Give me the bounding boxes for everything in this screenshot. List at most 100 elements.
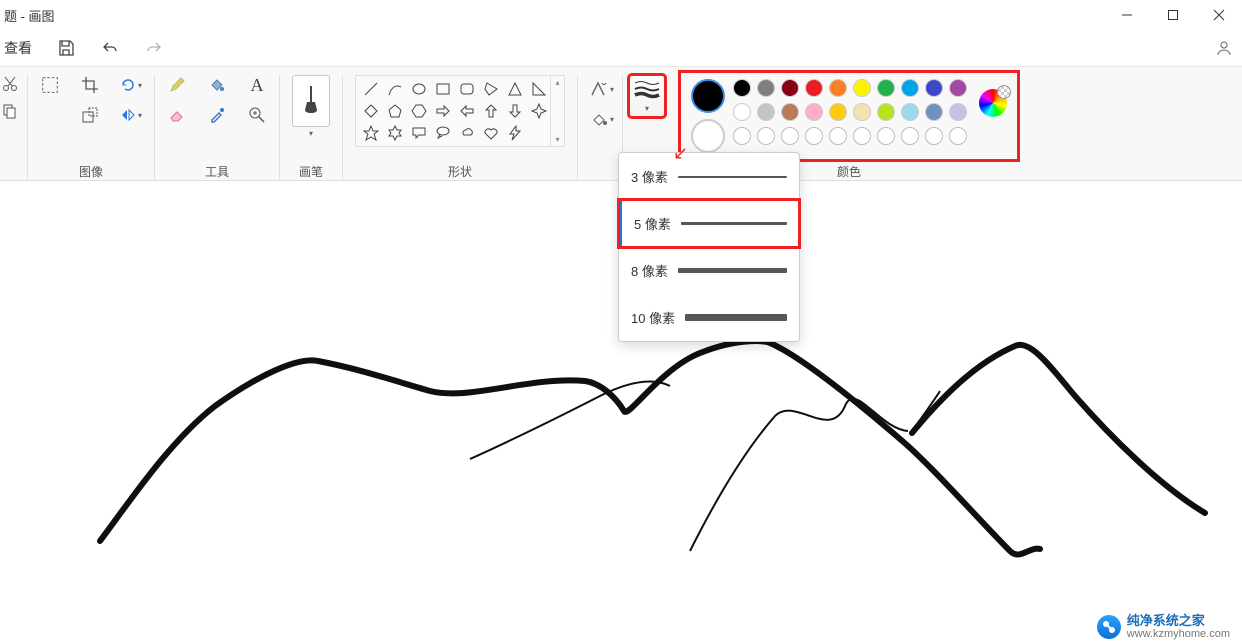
color-swatch[interactable] xyxy=(853,79,871,97)
close-button[interactable] xyxy=(1196,1,1242,29)
shape-diamond[interactable] xyxy=(362,102,380,120)
fill-icon[interactable] xyxy=(207,75,227,95)
shape-star4[interactable] xyxy=(530,102,548,120)
color-swatch[interactable] xyxy=(877,103,895,121)
shape-arrow-left[interactable] xyxy=(458,102,476,120)
shape-arrow-right[interactable] xyxy=(434,102,452,120)
color-swatch[interactable] xyxy=(733,79,751,97)
section-label: 画笔 xyxy=(299,157,323,180)
edit-colors-button[interactable] xyxy=(979,89,1007,117)
chevron-down-icon: ▾ xyxy=(138,81,142,90)
color-swatch[interactable] xyxy=(829,79,847,97)
color-swatch[interactable] xyxy=(925,103,943,121)
color-swatch-empty[interactable] xyxy=(853,127,871,145)
copy-button[interactable] xyxy=(2,103,18,119)
shape-polygon[interactable] xyxy=(482,80,500,98)
color-swatch[interactable] xyxy=(877,79,895,97)
watermark-name: 纯净系统之家 xyxy=(1127,614,1230,628)
color-swatch[interactable] xyxy=(781,79,799,97)
crop-icon[interactable] xyxy=(80,75,100,95)
section-label: 颜色 xyxy=(837,157,861,180)
image-section: ▾ ▾ 图像 xyxy=(28,75,155,180)
shape-triangle[interactable] xyxy=(506,80,524,98)
shape-right-triangle[interactable] xyxy=(530,80,548,98)
stroke-option[interactable]: 8 像素 xyxy=(619,247,799,294)
undo-icon[interactable] xyxy=(100,38,120,58)
shapes-scroll[interactable]: ▴▾ xyxy=(550,76,564,146)
shape-hexagon[interactable] xyxy=(410,102,428,120)
color-swatch-empty[interactable] xyxy=(877,127,895,145)
stroke-option-label: 10 像素 xyxy=(631,308,675,327)
shape-callout-cloud[interactable] xyxy=(458,124,476,142)
shape-oval[interactable] xyxy=(410,80,428,98)
color-swatch[interactable] xyxy=(829,103,847,121)
color-swatch-empty[interactable] xyxy=(781,127,799,145)
shape-curve[interactable] xyxy=(386,80,404,98)
shapes-gallery[interactable]: ▴▾ xyxy=(355,75,565,147)
shape-lightning[interactable] xyxy=(506,124,524,142)
annotation-arrow-icon: ↙ xyxy=(673,143,688,164)
shape-arrow-down[interactable] xyxy=(506,102,524,120)
watermark: 纯净系统之家 www.kzmyhome.com xyxy=(1097,614,1230,640)
color-swatch-empty[interactable] xyxy=(805,127,823,145)
redo-icon[interactable] xyxy=(144,38,164,58)
stroke-width-menu: ↙ 3 像素5 像素8 像素10 像素 xyxy=(618,152,800,342)
cut-button[interactable] xyxy=(1,75,19,93)
color-swatch[interactable] xyxy=(901,79,919,97)
color-swatch[interactable] xyxy=(925,79,943,97)
color-swatch-empty[interactable] xyxy=(949,127,967,145)
flip-dropdown[interactable]: ▾ xyxy=(120,107,142,123)
maximize-button[interactable] xyxy=(1150,1,1196,29)
color-swatch-empty[interactable] xyxy=(925,127,943,145)
color-swatch[interactable] xyxy=(757,79,775,97)
color-picker-icon[interactable] xyxy=(207,105,227,125)
pencil-icon[interactable] xyxy=(167,75,187,95)
account-icon[interactable] xyxy=(1214,38,1234,58)
shape-heart[interactable] xyxy=(482,124,500,142)
color-swatch[interactable] xyxy=(949,103,967,121)
shape-star6[interactable] xyxy=(386,124,404,142)
shape-arrow-up[interactable] xyxy=(482,102,500,120)
shape-round-rect[interactable] xyxy=(458,80,476,98)
color-swatch[interactable] xyxy=(757,103,775,121)
shape-pentagon[interactable] xyxy=(386,102,404,120)
shape-outline-dropdown[interactable]: ▾ xyxy=(590,81,614,97)
stroke-option[interactable]: 5 像素 xyxy=(619,200,799,247)
stroke-option[interactable]: 3 像素 xyxy=(619,153,799,200)
shape-callout-rounded[interactable] xyxy=(410,124,428,142)
view-tab[interactable]: 查看 xyxy=(4,38,32,58)
shape-rect[interactable] xyxy=(434,80,452,98)
color-primary[interactable] xyxy=(691,79,725,113)
color-swatch-empty[interactable] xyxy=(757,127,775,145)
primary-secondary xyxy=(691,79,725,153)
shape-callout-oval[interactable] xyxy=(434,124,452,142)
rotate-dropdown[interactable]: ▾ xyxy=(120,77,142,93)
stroke-option[interactable]: 10 像素 xyxy=(619,294,799,341)
color-swatch[interactable] xyxy=(805,79,823,97)
color-swatch[interactable] xyxy=(805,103,823,121)
color-swatch[interactable] xyxy=(949,79,967,97)
brush-button[interactable] xyxy=(292,75,330,127)
resize-icon[interactable] xyxy=(80,105,100,125)
shape-star5[interactable] xyxy=(362,124,380,142)
color-swatch[interactable] xyxy=(733,103,751,121)
text-icon[interactable]: A xyxy=(247,75,267,95)
save-icon[interactable] xyxy=(56,38,76,58)
color-swatch[interactable] xyxy=(853,103,871,121)
shape-fill-dropdown[interactable]: ▾ xyxy=(590,111,614,127)
colors-panel xyxy=(683,75,1015,157)
eraser-icon[interactable] xyxy=(167,105,187,125)
zoom-icon[interactable] xyxy=(247,105,267,125)
color-swatch[interactable] xyxy=(781,103,799,121)
color-swatch-empty[interactable] xyxy=(829,127,847,145)
minimize-button[interactable] xyxy=(1104,1,1150,29)
select-rect-icon[interactable] xyxy=(40,75,60,95)
color-swatch-empty[interactable] xyxy=(901,127,919,145)
shape-line[interactable] xyxy=(362,80,380,98)
stroke-width-button[interactable]: ▾ xyxy=(629,75,665,117)
chevron-down-icon[interactable]: ▾ xyxy=(309,129,313,138)
color-swatch[interactable] xyxy=(901,103,919,121)
color-swatch-empty[interactable] xyxy=(733,127,751,145)
tools-section: A 工具 xyxy=(155,75,280,180)
color-secondary[interactable] xyxy=(691,119,725,153)
